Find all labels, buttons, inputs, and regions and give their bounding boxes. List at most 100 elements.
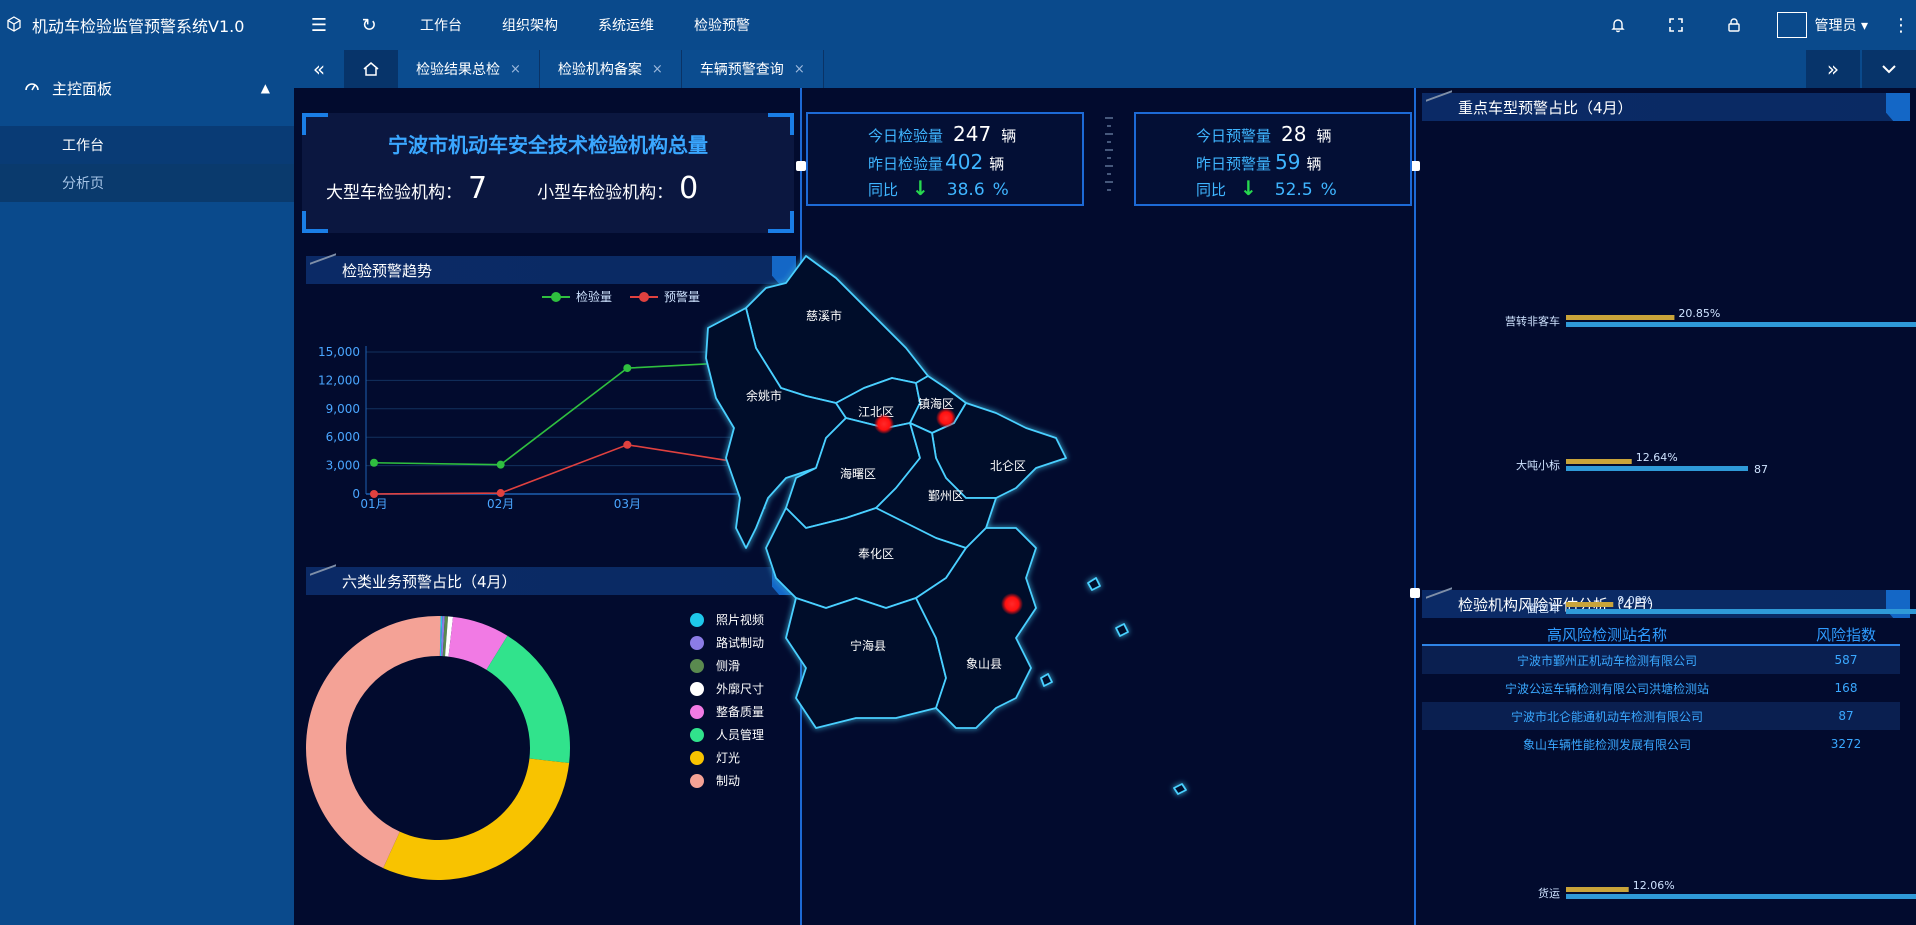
user-menu[interactable]: 管理员 ▾ <box>1815 15 1868 35</box>
donut-slice[interactable] <box>306 616 441 869</box>
map-island <box>1173 783 1187 795</box>
tab-vehicle-warning-query[interactable]: 车辆预警查询 × <box>681 50 824 88</box>
large-agency-label: 大型车检验机构： <box>326 183 462 203</box>
bar-category-label: 货运 <box>1538 886 1560 900</box>
map-svg: 慈溪市 余姚市 江北区 镇海区 海曙区 北仑区 鄞州区 奉化区 宁海县 象山县 <box>705 255 1187 795</box>
bar-percent[interactable] <box>1566 887 1629 892</box>
tab-label: 检验结果总检 <box>416 62 500 78</box>
key-vehicle-bar-chart: 营转非客车 20.85% 大吨小标 12.64% 87 面包车 9.09% 货运 12.06% <box>1505 307 1916 900</box>
map-warning-marker[interactable] <box>936 408 956 428</box>
data-point[interactable] <box>623 364 632 373</box>
risk-score: 3272 <box>1830 737 1862 751</box>
table-row[interactable]: 宁波市北仑能通机动车检测有限公司 87 <box>1422 702 1900 730</box>
map-island <box>1040 673 1053 687</box>
top-menu: 工作台 组织架构 系统运维 检验预警 <box>400 0 770 50</box>
tabs-scroll-left-icon[interactable]: « <box>294 50 344 88</box>
sidebar-item-workbench[interactable]: 工作台 <box>0 126 294 164</box>
resize-handle[interactable] <box>796 161 806 171</box>
legend-swatch <box>542 291 570 302</box>
tabs-scroll-right-icon[interactable]: » <box>1806 50 1860 88</box>
data-point[interactable] <box>496 460 505 469</box>
more-vertical-icon[interactable]: ⋮ <box>1886 15 1916 36</box>
top-menu-organization[interactable]: 组织架构 <box>482 15 578 35</box>
unit: 辆 <box>1306 155 1322 173</box>
donut-slice[interactable] <box>383 758 570 880</box>
bar-count[interactable] <box>1566 466 1748 471</box>
ningbo-map: 慈溪市 余姚市 江北区 镇海区 海曙区 北仑区 鄞州区 奉化区 宁海县 象山县 <box>696 228 1226 908</box>
top-menu-system-ops[interactable]: 系统运维 <box>578 15 674 35</box>
unit: 辆 <box>1316 127 1332 145</box>
close-icon[interactable]: × <box>510 62 521 77</box>
yesterday-warning-label: 昨日预警量 <box>1196 155 1272 173</box>
lock-icon[interactable] <box>1705 0 1763 50</box>
y-tick-label: 6,000 <box>326 430 360 444</box>
unit: % <box>1320 180 1337 200</box>
bar-count[interactable] <box>1566 322 1916 327</box>
unit: % <box>992 180 1009 200</box>
map-label-haishu: 海曙区 <box>840 466 876 481</box>
table-row[interactable]: 宁波公运车辆检测有限公司洪塘检测站 168 <box>1422 674 1900 702</box>
station-name: 宁波公运车辆检测有限公司洪塘检测站 <box>1504 681 1709 696</box>
header-tag <box>1886 93 1910 121</box>
map-label-xiangshan: 象山县 <box>966 657 1002 671</box>
fullscreen-icon[interactable] <box>1647 0 1705 50</box>
trend-panel-title: 检验预警趋势 <box>342 261 433 280</box>
data-point[interactable] <box>496 489 505 498</box>
bar-count[interactable] <box>1566 894 1916 899</box>
today-inspection-row: 今日检验量 247 辆 <box>868 122 1016 146</box>
risk-table: 高风险检测站名称 风险指数 宁波市鄞州正机动车检测有限公司 587 宁波公运车辆检测… <box>1422 624 1900 758</box>
refresh-icon[interactable]: ↻ <box>344 0 394 50</box>
sidebar-section-main-panel[interactable]: 主控面板 ▲ <box>0 50 294 126</box>
bell-icon[interactable] <box>1589 0 1647 50</box>
map-warning-marker[interactable] <box>874 414 894 434</box>
map-warning-marker[interactable] <box>1001 593 1023 615</box>
sidebar-submenu: 工作台 分析页 <box>0 126 294 202</box>
home-tab[interactable] <box>344 50 398 88</box>
bar-percent[interactable] <box>1566 602 1614 607</box>
bar-percent-label: 20.85% <box>1678 307 1720 320</box>
legend-swatch <box>630 291 659 302</box>
small-agency-value: 0 <box>679 171 699 206</box>
header-stripe <box>310 564 336 584</box>
map-label-fenghua: 奉化区 <box>858 547 894 561</box>
large-agency-value: 7 <box>468 171 488 206</box>
map-island <box>1115 623 1129 637</box>
y-tick-label: 12,000 <box>318 373 360 387</box>
unit: 辆 <box>989 155 1005 173</box>
tab-agency-registration[interactable]: 检验机构备案 × <box>539 50 682 88</box>
close-icon[interactable]: × <box>652 62 663 77</box>
avatar[interactable] <box>1776 12 1807 38</box>
top-menu-workbench[interactable]: 工作台 <box>400 15 482 35</box>
yoy-label: 同比 <box>1196 181 1227 199</box>
bar-percent[interactable] <box>1566 459 1632 464</box>
map-label-cixi: 慈溪市 <box>806 308 842 323</box>
menu-toggle-icon[interactable]: ☰ <box>294 0 344 50</box>
data-point[interactable] <box>623 440 632 449</box>
data-point[interactable] <box>370 490 378 498</box>
warning-stats-card: 今日预警量 28 辆 昨日预警量 59 辆 同比 ↓ 52.5 % <box>1134 112 1412 206</box>
sidebar: 主控面板 ▲ 工作台 分析页 <box>0 50 294 925</box>
tab-inspection-results[interactable]: 检验结果总检 × <box>398 50 540 88</box>
table-row[interactable]: 宁波市鄞州正机动车检测有限公司 587 <box>1422 646 1900 674</box>
arrow-down-icon: ↓ <box>1240 176 1257 200</box>
user-name: 管理员 <box>1814 18 1857 34</box>
map-region-ninghai[interactable] <box>785 597 947 729</box>
map-island <box>1087 577 1101 591</box>
key-vehicle-panel-title: 重点车型预警占比（4月） <box>1458 98 1633 117</box>
sidebar-item-analysis[interactable]: 分析页 <box>0 164 294 202</box>
tabs-dropdown-icon[interactable] <box>1862 50 1916 88</box>
x-tick-label: 03月 <box>614 497 641 511</box>
bar-count[interactable] <box>1566 609 1916 614</box>
table-row[interactable]: 象山车辆性能检测发展有限公司 3272 <box>1422 730 1900 758</box>
six-types-donut-chart <box>306 616 570 880</box>
station-name: 象山车辆性能检测发展有限公司 <box>1522 737 1691 752</box>
data-point[interactable] <box>370 458 378 467</box>
inspection-stats-card: 今日检验量 247 辆 昨日检验量 402 辆 同比 ↓ 38.6 % <box>806 112 1084 206</box>
top-menu-inspection-warning[interactable]: 检验预警 <box>674 15 770 35</box>
donut-slice[interactable] <box>486 635 570 764</box>
close-icon[interactable]: × <box>794 62 805 77</box>
map-label-yuyao: 余姚市 <box>746 388 782 403</box>
y-tick-label: 9,000 <box>326 402 360 416</box>
bar-percent[interactable] <box>1566 315 1675 320</box>
dashboard-icon <box>24 79 40 97</box>
